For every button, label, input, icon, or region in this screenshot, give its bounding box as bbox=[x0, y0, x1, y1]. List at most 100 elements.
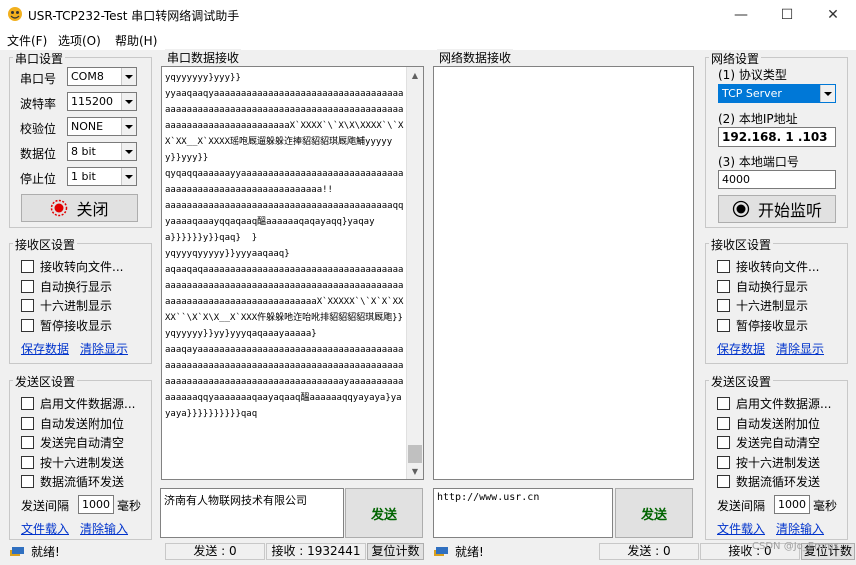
right-send-option[interactable]: 数据流循环发送 bbox=[717, 473, 820, 490]
right-send-option[interactable]: 按十六进制发送 bbox=[717, 454, 820, 471]
parity-select[interactable]: NONE bbox=[67, 117, 137, 136]
right-save-data-link[interactable]: 保存数据 bbox=[717, 340, 765, 357]
close-port-button[interactable]: 关闭 bbox=[21, 194, 138, 222]
parity-label: 校验位 bbox=[20, 122, 57, 136]
stopbits-value: 1 bit bbox=[71, 170, 96, 183]
right-recv-settings-title: 接收区设置 bbox=[709, 236, 774, 253]
scrollbar[interactable]: ▲ ▼ bbox=[406, 67, 423, 479]
chevron-down-icon[interactable] bbox=[121, 143, 136, 160]
checkbox[interactable] bbox=[717, 436, 730, 449]
option-label: 自动发送附加位 bbox=[40, 417, 125, 431]
chevron-down-icon[interactable] bbox=[121, 93, 136, 110]
left-load-file-link[interactable]: 文件载入 bbox=[21, 520, 69, 537]
checkbox[interactable] bbox=[717, 299, 730, 312]
option-label: 数据流循环发送 bbox=[736, 475, 821, 489]
checkbox[interactable] bbox=[717, 417, 730, 430]
left-recv-option[interactable]: 接收转向文件... bbox=[21, 258, 123, 275]
left-interval-label: 发送间隔 bbox=[21, 499, 70, 513]
right-interval-input[interactable]: 1000 bbox=[774, 495, 810, 514]
start-listen-label: 开始监听 bbox=[757, 201, 822, 220]
checkbox[interactable] bbox=[21, 319, 34, 332]
left-recv-option[interactable]: 暂停接收显示 bbox=[21, 317, 112, 334]
serial-recv-textarea[interactable]: yqyyyyyy}yyy}} yyaaqaaqyaaaaaaaaaaaaaaaa… bbox=[161, 66, 424, 480]
port-select[interactable]: COM8 bbox=[67, 67, 137, 86]
menu-options[interactable]: 选项(O) bbox=[58, 32, 101, 49]
checkbox[interactable] bbox=[21, 456, 34, 469]
left-recv-option[interactable]: 自动换行显示 bbox=[21, 278, 112, 295]
serial-send-input[interactable]: 济南有人物联网技术有限公司 bbox=[160, 488, 344, 538]
close-window-button[interactable]: ✕ bbox=[810, 0, 856, 30]
net-send-button[interactable]: 发送 bbox=[615, 488, 693, 538]
port-label: 串口号 bbox=[20, 72, 57, 86]
title-bar: USR-TCP232-Test 串口转网络调试助手 — ☐ ✕ bbox=[0, 0, 856, 30]
checkbox[interactable] bbox=[717, 456, 730, 469]
checkbox[interactable] bbox=[21, 260, 34, 273]
scroll-thumb[interactable] bbox=[408, 445, 422, 463]
checkbox[interactable] bbox=[21, 397, 34, 410]
left-clear-input-link[interactable]: 清除输入 bbox=[80, 520, 128, 537]
left-status-text: 就绪! bbox=[31, 545, 60, 559]
checkbox[interactable] bbox=[21, 475, 34, 488]
chevron-down-icon[interactable] bbox=[121, 118, 136, 135]
chevron-down-icon[interactable] bbox=[121, 168, 136, 185]
net-send-input[interactable]: http://www.usr.cn bbox=[433, 488, 613, 538]
right-recv-option[interactable]: 十六进制显示 bbox=[717, 297, 808, 314]
protocol-select[interactable]: TCP Server bbox=[718, 84, 836, 103]
left-interval-input[interactable]: 1000 bbox=[78, 495, 114, 514]
menu-help[interactable]: 帮助(H) bbox=[115, 32, 157, 49]
protocol-value: TCP Server bbox=[722, 87, 782, 100]
right-interval-label: 发送间隔 bbox=[717, 499, 766, 513]
left-clear-display-link[interactable]: 清除显示 bbox=[80, 340, 128, 357]
menu-file[interactable]: 文件(F) bbox=[7, 32, 47, 49]
left-send-option[interactable]: 数据流循环发送 bbox=[21, 473, 124, 490]
databits-select[interactable]: 8 bit bbox=[67, 142, 137, 161]
option-label: 自动换行显示 bbox=[40, 280, 113, 294]
right-recv-option[interactable]: 暂停接收显示 bbox=[717, 317, 808, 334]
checkbox[interactable] bbox=[717, 475, 730, 488]
right-send-count: 发送 : 0 bbox=[599, 543, 699, 560]
left-recv-option[interactable]: 十六进制显示 bbox=[21, 297, 112, 314]
left-send-settings-title: 发送区设置 bbox=[13, 373, 78, 390]
checkbox[interactable] bbox=[21, 299, 34, 312]
right-clear-input-link[interactable]: 清除输入 bbox=[776, 520, 824, 537]
local-port-input[interactable]: 4000 bbox=[718, 170, 836, 189]
checkbox[interactable] bbox=[21, 417, 34, 430]
chevron-down-icon[interactable] bbox=[121, 68, 136, 85]
scroll-down-icon[interactable]: ▼ bbox=[407, 463, 423, 479]
left-save-data-link[interactable]: 保存数据 bbox=[21, 340, 69, 357]
net-recv-textarea[interactable] bbox=[433, 66, 694, 480]
right-send-option[interactable]: 自动发送附加位 bbox=[717, 415, 820, 432]
record-icon bbox=[732, 200, 750, 218]
left-interval-unit: 毫秒 bbox=[117, 499, 142, 513]
minimize-button[interactable]: — bbox=[718, 0, 764, 30]
right-recv-option[interactable]: 自动换行显示 bbox=[717, 278, 808, 295]
checkbox[interactable] bbox=[717, 260, 730, 273]
checkbox[interactable] bbox=[21, 280, 34, 293]
start-listen-button[interactable]: 开始监听 bbox=[718, 195, 836, 223]
left-send-option[interactable]: 启用文件数据源... bbox=[21, 395, 135, 412]
right-clear-display-link[interactable]: 清除显示 bbox=[776, 340, 824, 357]
chevron-down-icon[interactable] bbox=[820, 85, 835, 102]
left-send-option[interactable]: 自动发送附加位 bbox=[21, 415, 124, 432]
checkbox[interactable] bbox=[717, 397, 730, 410]
left-recv-settings-title: 接收区设置 bbox=[13, 236, 78, 253]
right-send-option[interactable]: 发送完自动清空 bbox=[717, 434, 820, 451]
maximize-button[interactable]: ☐ bbox=[764, 0, 810, 30]
ip-input[interactable]: 192.168. 1 .103 bbox=[718, 127, 836, 147]
baud-select[interactable]: 115200 bbox=[67, 92, 137, 111]
option-label: 接收转向文件... bbox=[40, 260, 124, 274]
serial-send-button[interactable]: 发送 bbox=[345, 488, 423, 538]
right-load-file-link[interactable]: 文件载入 bbox=[717, 520, 765, 537]
right-recv-option[interactable]: 接收转向文件... bbox=[717, 258, 819, 275]
checkbox[interactable] bbox=[21, 436, 34, 449]
checkbox[interactable] bbox=[717, 319, 730, 332]
right-send-option[interactable]: 启用文件数据源... bbox=[717, 395, 831, 412]
left-reset-count-button[interactable]: 复位计数 bbox=[367, 543, 424, 560]
stopbits-select[interactable]: 1 bit bbox=[67, 167, 137, 186]
right-interval-unit: 毫秒 bbox=[813, 499, 838, 513]
left-send-option[interactable]: 按十六进制发送 bbox=[21, 454, 124, 471]
scroll-up-icon[interactable]: ▲ bbox=[407, 67, 423, 83]
checkbox[interactable] bbox=[717, 280, 730, 293]
left-send-option[interactable]: 发送完自动清空 bbox=[21, 434, 124, 451]
baud-value: 115200 bbox=[71, 95, 113, 108]
